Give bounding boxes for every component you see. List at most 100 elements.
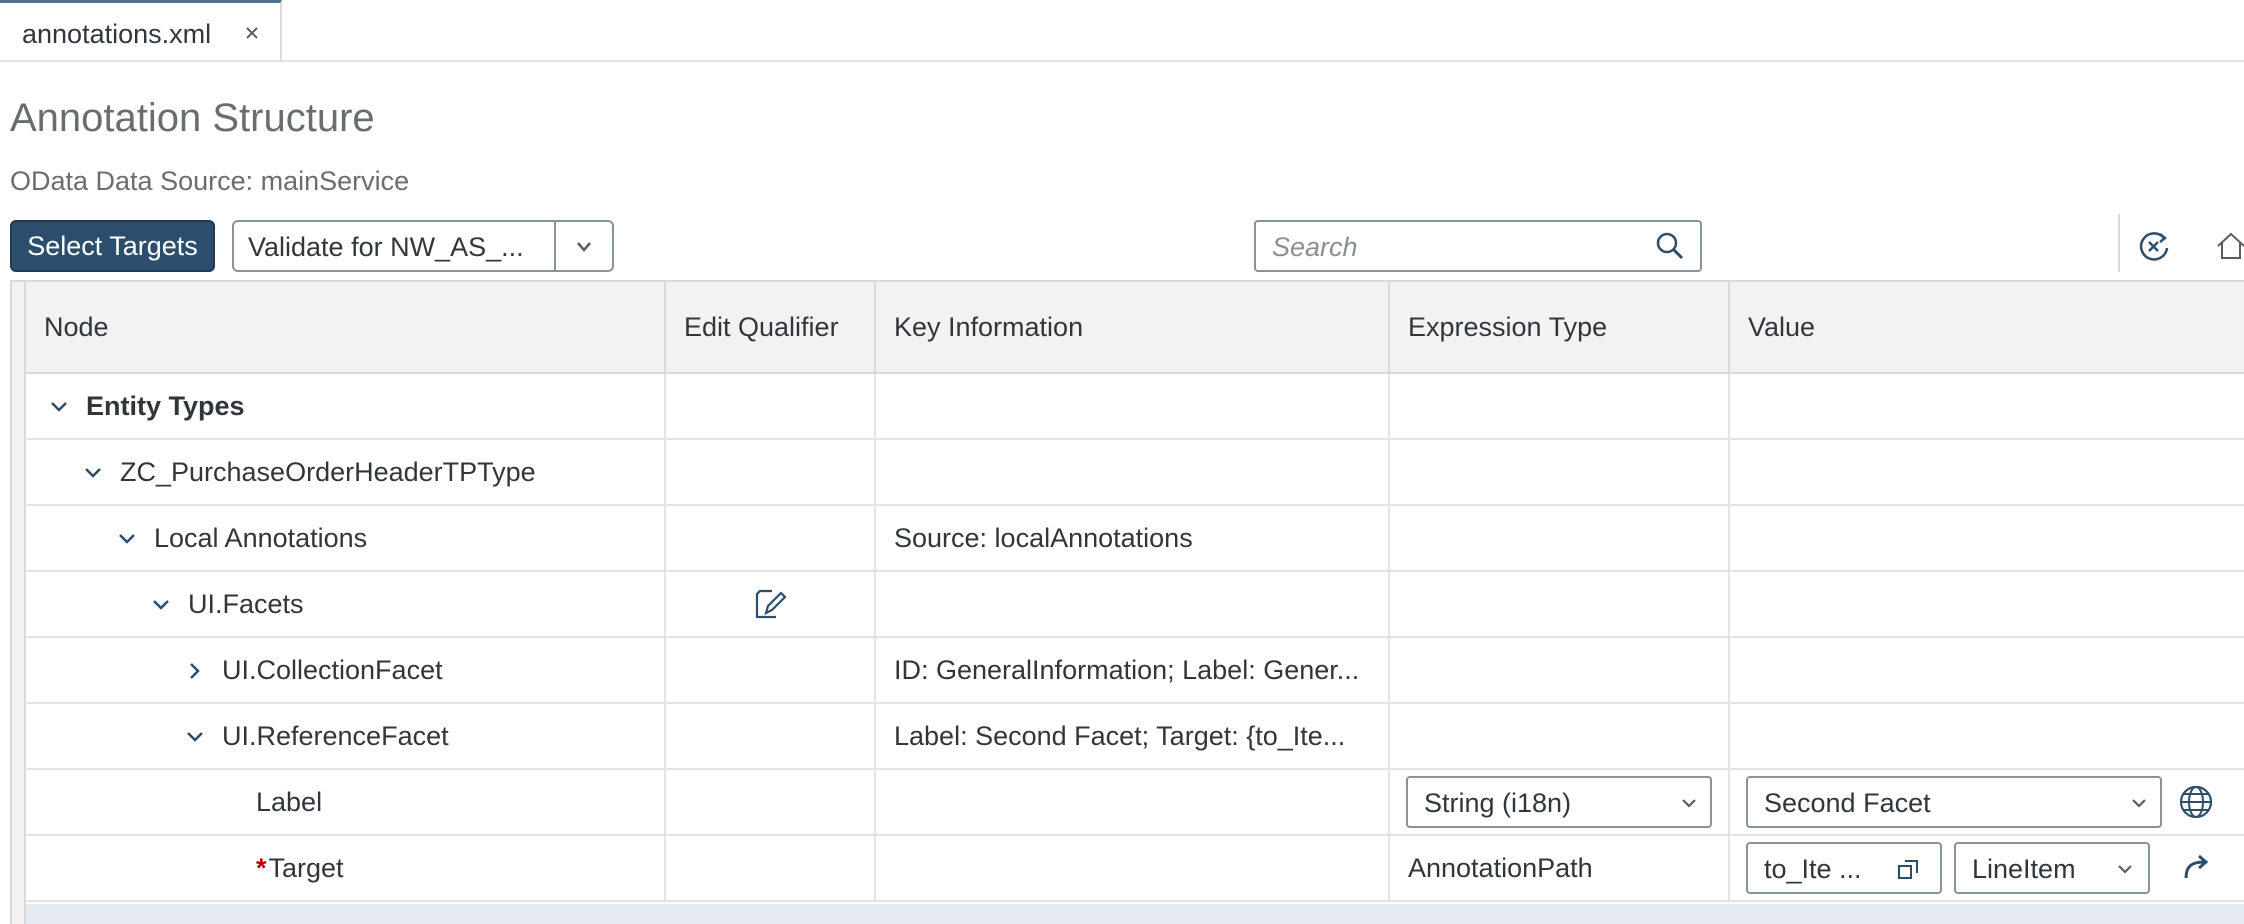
column-header-edit-qualifier[interactable]: Edit Qualifier: [666, 282, 876, 372]
navigation-path-value: to_Ite ...: [1764, 854, 1862, 884]
value-cell: [1730, 638, 2244, 702]
page-title: Annotation Structure: [10, 96, 375, 140]
column-header-label: Node: [44, 312, 109, 342]
key-information-cell: [876, 440, 1390, 504]
table-row[interactable]: UI.ReferenceFacet Label: Second Facet; T…: [26, 704, 2244, 770]
value-cell: [1730, 572, 2244, 636]
validate-select-value: Validate for NW_AS_...: [248, 232, 524, 262]
chevron-down-icon[interactable]: [44, 392, 74, 422]
validate-select[interactable]: Validate for NW_AS_...: [232, 220, 614, 272]
table-row[interactable]: Entity Types: [26, 374, 2244, 440]
node-cell: UI.Facets: [26, 572, 666, 636]
table-row[interactable]: UI.Facets: [26, 572, 2244, 638]
value-cell: Second Facet: [1730, 770, 2244, 834]
node-label: UI.Facets: [188, 589, 304, 619]
column-header-label: Value: [1748, 312, 1816, 342]
key-information-cell: [876, 374, 1390, 438]
close-icon[interactable]: [240, 21, 264, 45]
key-information-cell: Label: Second Facet; Target: {to_Ite...: [876, 704, 1390, 768]
edit-qualifier-cell: [666, 572, 876, 636]
tab-annotations-xml[interactable]: annotations.xml: [0, 0, 282, 62]
expression-type-cell: [1390, 638, 1730, 702]
expression-type-text: AnnotationPath: [1408, 853, 1593, 883]
chevron-down-icon[interactable]: [146, 590, 176, 620]
select-divider: [554, 222, 556, 270]
search-field: [1254, 220, 1702, 272]
edit-qualifier-cell: [666, 440, 876, 504]
value-cell: [1730, 704, 2244, 768]
chevron-down-icon[interactable]: [570, 234, 598, 260]
expression-type-cell: [1390, 704, 1730, 768]
edit-qualifier-cell: [666, 770, 876, 834]
navigation-path-field[interactable]: to_Ite ...: [1746, 842, 1942, 894]
table-row[interactable]: * Target AnnotationPath to_Ite ... LineI…: [26, 836, 2244, 902]
search-input[interactable]: [1270, 231, 1634, 264]
navigate-icon[interactable]: [2180, 850, 2214, 884]
column-header-node[interactable]: Node: [26, 282, 666, 372]
node-label: ZC_PurchaseOrderHeaderTPType: [120, 457, 536, 487]
key-information-cell: [876, 770, 1390, 834]
chevron-down-icon[interactable]: [180, 722, 210, 752]
column-header-expression-type[interactable]: Expression Type: [1390, 282, 1730, 372]
expression-type-cell: AnnotationPath: [1390, 836, 1730, 900]
chevron-right-icon[interactable]: [180, 656, 210, 686]
key-information-cell: [876, 836, 1390, 900]
node-cell: Local Annotations: [26, 506, 666, 570]
row-selector-column: [12, 282, 26, 924]
node-cell: Entity Types: [26, 374, 666, 438]
search-icon[interactable]: [1654, 230, 1686, 262]
column-header-key-information[interactable]: Key Information: [876, 282, 1390, 372]
expression-type-select[interactable]: String (i18n): [1406, 776, 1712, 828]
globe-icon[interactable]: [2178, 784, 2214, 820]
edit-qualifier-cell: [666, 506, 876, 570]
node-label: Entity Types: [86, 391, 245, 421]
tab-bar: annotations.xml: [0, 0, 2244, 62]
required-marker: *: [256, 853, 267, 883]
selected-table-row[interactable]: [26, 904, 2244, 924]
column-header-value[interactable]: Value: [1730, 282, 2244, 372]
tab-label: annotations.xml: [22, 19, 212, 49]
column-header-label: Expression Type: [1408, 312, 1608, 342]
column-header-label: Edit Qualifier: [684, 312, 839, 342]
node-label: UI.ReferenceFacet: [222, 721, 449, 751]
value-cell: [1730, 506, 2244, 570]
node-cell: UI.CollectionFacet: [26, 638, 666, 702]
term-value: LineItem: [1972, 854, 2076, 884]
node-cell: * Target: [26, 836, 666, 900]
table-row[interactable]: Local Annotations Source: localAnnotatio…: [26, 506, 2244, 572]
value-cell: [1730, 374, 2244, 438]
value-cell: [1730, 440, 2244, 504]
key-information-text: Source: localAnnotations: [894, 523, 1193, 553]
chevron-down-icon[interactable]: [112, 524, 142, 554]
edit-qualifier-icon[interactable]: [752, 586, 788, 622]
value-select[interactable]: Second Facet: [1746, 776, 2162, 828]
term-select[interactable]: LineItem: [1954, 842, 2150, 894]
node-label: UI.CollectionFacet: [222, 655, 443, 685]
chevron-down-icon: [1676, 790, 1702, 816]
edit-qualifier-cell: [666, 836, 876, 900]
edit-qualifier-cell: [666, 638, 876, 702]
node-cell: Label: [26, 770, 666, 834]
expression-type-cell: String (i18n): [1390, 770, 1730, 834]
key-information-cell: [876, 572, 1390, 636]
node-label: Local Annotations: [154, 523, 368, 553]
expression-type-cell: [1390, 440, 1730, 504]
chevron-down-icon: [2112, 856, 2138, 882]
home-icon[interactable]: [2214, 226, 2244, 266]
value-cell: to_Ite ... LineItem: [1730, 836, 2244, 900]
key-information-text: Label: Second Facet; Target: {to_Ite...: [894, 721, 1346, 751]
table-row[interactable]: ZC_PurchaseOrderHeaderTPType: [26, 440, 2244, 506]
chevron-down-icon: [2126, 790, 2152, 816]
key-information-cell: Source: localAnnotations: [876, 506, 1390, 570]
chevron-down-icon[interactable]: [78, 458, 108, 488]
annotation-tree-table: Node Edit Qualifier Key Information Expr…: [10, 280, 2244, 924]
key-information-cell: ID: GeneralInformation; Label: Gener...: [876, 638, 1390, 702]
expression-type-cell: [1390, 374, 1730, 438]
clear-filter-icon[interactable]: [2134, 226, 2174, 266]
table-row[interactable]: UI.CollectionFacet ID: GeneralInformatio…: [26, 638, 2244, 704]
table-row[interactable]: Label String (i18n) Second Facet: [26, 770, 2244, 836]
expression-type-value: String (i18n): [1424, 788, 1572, 818]
value-help-icon[interactable]: [1896, 858, 1920, 882]
select-targets-button[interactable]: Select Targets: [10, 220, 215, 272]
data-source-label: OData Data Source: mainService: [10, 166, 410, 196]
